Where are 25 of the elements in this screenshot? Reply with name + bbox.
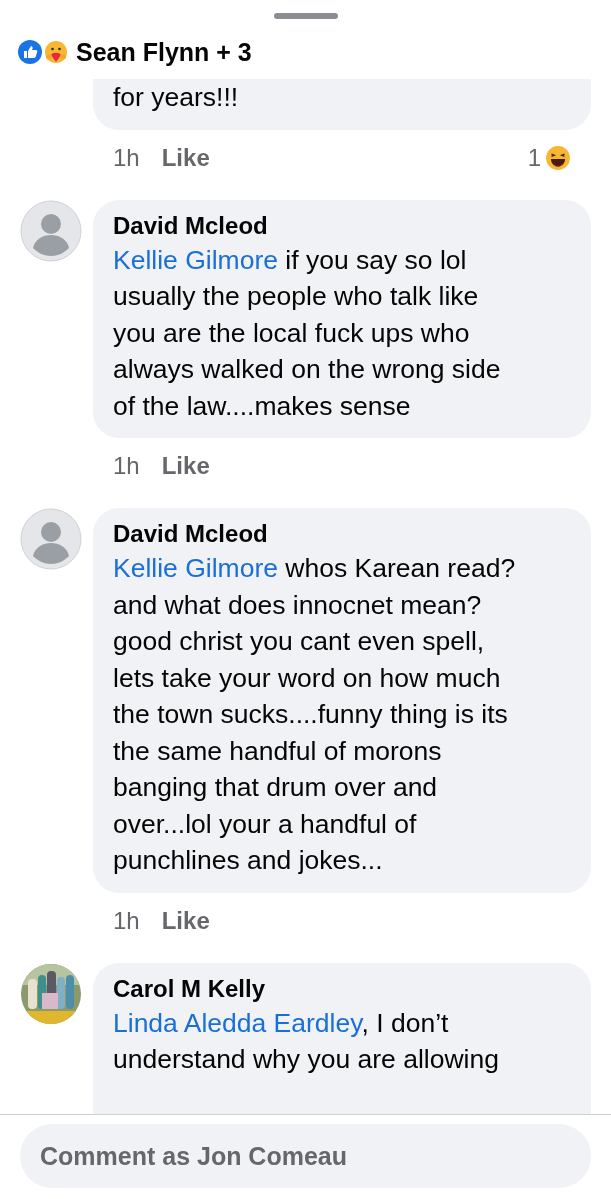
comment-author[interactable]: David Mcleod bbox=[113, 518, 571, 550]
comment-text: Kellie Gilmore whos Karean read? and what does innocnet mean? good christ you cant even spell, lets take your word on how much the town sucks....funny thing is its the same handful of morons banging that drum over and over...lol your a handful of punchlines and jokes... bbox=[113, 552, 517, 877]
drag-handle[interactable] bbox=[273, 13, 338, 19]
avatar-icon[interactable] bbox=[20, 199, 82, 262]
like-button[interactable]: Like bbox=[161, 452, 210, 480]
mention-link[interactable]: Linda Aledda Eardley bbox=[113, 1007, 362, 1038]
comment-text: Linda Aledda Eardley, I don’t understand why you are allowing bbox=[113, 1006, 500, 1076]
mention-link[interactable]: Kellie Gilmore bbox=[113, 244, 278, 275]
comment-time: 1h bbox=[113, 906, 140, 935]
thumbs-up-icon bbox=[18, 40, 42, 64]
comment-text: Kellie Gilmore if you say so lol usually the people who talk like you are the local fuck ups who always walked on the wrong side of the law....makes sense bbox=[113, 243, 502, 423]
reactors-label[interactable]: Sean Flynn + 3 bbox=[76, 37, 252, 67]
reaction-count[interactable]: 1 bbox=[527, 143, 541, 172]
comment-field[interactable]: Comment as Jon Comeau bbox=[20, 1124, 591, 1188]
like-button[interactable]: Like bbox=[161, 143, 210, 172]
comment-time: 1h bbox=[113, 143, 140, 172]
comment-author[interactable]: David Mcleod bbox=[113, 209, 571, 242]
comment-text: for years!!! bbox=[113, 81, 240, 114]
hugging-emoji-icon bbox=[44, 40, 68, 64]
comment-author[interactable]: Carol M Kelly bbox=[113, 972, 571, 1005]
mention-link[interactable]: Kellie Gilmore bbox=[113, 553, 278, 583]
avatar-icon[interactable] bbox=[20, 508, 82, 570]
like-button[interactable]: Like bbox=[161, 906, 210, 935]
laughing-emoji-icon bbox=[545, 144, 571, 171]
comment-time: 1h bbox=[113, 452, 140, 480]
